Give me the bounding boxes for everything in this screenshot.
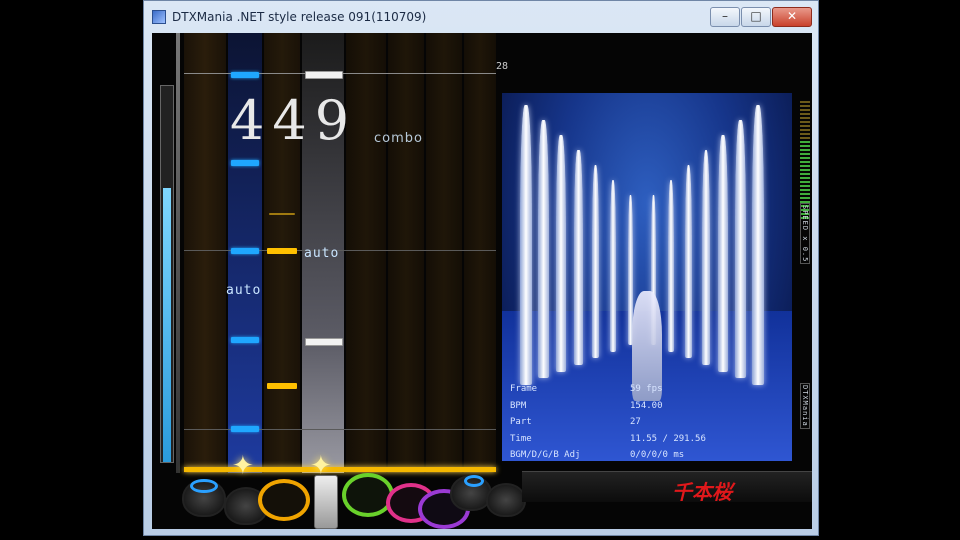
bga-pillar bbox=[718, 135, 728, 372]
meter-segment bbox=[800, 185, 810, 187]
life-gauge-frame bbox=[160, 85, 174, 463]
meter-segment bbox=[800, 133, 810, 135]
meter-segment bbox=[800, 117, 810, 119]
meter-segment bbox=[800, 165, 810, 167]
note-chip bbox=[231, 72, 259, 78]
snare-drum bbox=[258, 479, 310, 521]
stat-label: Part bbox=[510, 417, 532, 427]
lane-ride bbox=[464, 33, 496, 473]
stat-value: 0/0/0/0 ms bbox=[630, 450, 685, 460]
meter-segment bbox=[800, 129, 810, 131]
stat-label: Frame bbox=[510, 384, 538, 394]
app-window: DTXMania .NET style release 091(110709) … bbox=[143, 0, 819, 536]
brand-label: DTXMania bbox=[800, 383, 810, 429]
combo-counter: 449 bbox=[230, 89, 358, 152]
note-chip bbox=[305, 338, 343, 346]
game-screen[interactable]: 28 449 combo auto auto ✦ ✦ Frame 59 fps … bbox=[152, 33, 812, 529]
close-button[interactable]: ✕ bbox=[772, 7, 812, 27]
auto-label: auto bbox=[226, 283, 262, 298]
ride-pad bbox=[486, 483, 526, 517]
meter-segment bbox=[800, 121, 810, 123]
stat-value: 154.00 bbox=[630, 400, 663, 411]
maximize-icon: □ bbox=[750, 9, 762, 23]
meter-segment bbox=[800, 137, 810, 139]
lane-cymbal bbox=[426, 33, 462, 473]
close-icon: ✕ bbox=[786, 9, 798, 23]
note-chip bbox=[267, 248, 297, 254]
stat-value: 11.55 / 291.56 bbox=[630, 433, 706, 444]
meter-segment bbox=[800, 197, 810, 199]
meter-segment bbox=[800, 125, 810, 127]
combo-label: combo bbox=[374, 131, 423, 146]
bga-pillar bbox=[610, 180, 617, 352]
bga-pillar bbox=[556, 135, 566, 372]
meter-segment bbox=[800, 149, 810, 151]
stat-value: 27 bbox=[630, 417, 641, 427]
note-chip bbox=[305, 71, 343, 79]
note-chip bbox=[267, 383, 297, 389]
app-icon bbox=[152, 10, 166, 24]
meter-segment bbox=[800, 109, 810, 111]
stat-label: BPM bbox=[510, 400, 527, 411]
song-panel: 千本桜 bbox=[522, 471, 812, 504]
hihat-pad-accent bbox=[190, 479, 218, 493]
meter-segment bbox=[800, 169, 810, 171]
hit-flash-icon: ✦ bbox=[232, 451, 254, 481]
minimize-button[interactable]: – bbox=[710, 7, 740, 27]
lane-floortom bbox=[388, 33, 424, 473]
bar-number: 28 bbox=[496, 61, 509, 72]
bga-pillar bbox=[574, 150, 583, 365]
bga-pillar bbox=[701, 150, 710, 365]
song-title: 千本桜 bbox=[672, 480, 732, 504]
cymbal-pad-accent bbox=[464, 475, 484, 487]
note-chip bbox=[231, 426, 259, 432]
meter-segment bbox=[800, 145, 810, 147]
minimize-icon: – bbox=[722, 9, 728, 23]
meter-segment bbox=[800, 101, 810, 103]
bga-pillar bbox=[520, 105, 532, 385]
life-gauge-fill bbox=[163, 187, 171, 462]
judgement-line bbox=[184, 467, 496, 472]
bga-pillar bbox=[592, 165, 600, 359]
meter-segment bbox=[800, 161, 810, 163]
note-chip bbox=[231, 248, 259, 254]
meter-segment bbox=[800, 141, 810, 143]
meter-segment bbox=[800, 181, 810, 183]
maximize-button[interactable]: □ bbox=[741, 7, 771, 27]
stat-label: Time bbox=[510, 433, 532, 444]
bga-pillar bbox=[538, 120, 549, 379]
title-bar[interactable]: DTXMania .NET style release 091(110709) … bbox=[144, 1, 818, 33]
high-tom-drum bbox=[342, 473, 394, 517]
meter-segment bbox=[800, 105, 810, 107]
meter-segment bbox=[800, 153, 810, 155]
note-chip bbox=[231, 160, 259, 166]
gauge-rail bbox=[176, 33, 180, 473]
bga-pillar bbox=[735, 120, 746, 379]
meter-segment bbox=[800, 193, 810, 195]
meter-segment bbox=[800, 177, 810, 179]
note-chip bbox=[269, 213, 295, 215]
window-title: DTXMania .NET style release 091(110709) bbox=[172, 10, 427, 24]
bga-pillar bbox=[752, 105, 764, 385]
auto-label: auto bbox=[304, 246, 340, 261]
note-chip bbox=[231, 337, 259, 343]
meter-segment bbox=[800, 173, 810, 175]
bga-pillar bbox=[667, 180, 674, 352]
stat-value: 59 fps bbox=[630, 384, 663, 394]
stat-label: BGM/D/G/B Adj bbox=[510, 450, 581, 460]
bga-pillar bbox=[684, 165, 692, 359]
bass-pedal bbox=[314, 475, 338, 529]
meter-segment bbox=[800, 113, 810, 115]
meter-segment bbox=[800, 157, 810, 159]
meter-segment bbox=[800, 189, 810, 191]
speed-label: SPEED x 0.5 bbox=[800, 203, 810, 265]
background-animation: Frame 59 fps BPM 154.00 Part 27 Time 11.55 /… bbox=[502, 93, 792, 461]
lane-hihat bbox=[184, 33, 226, 473]
